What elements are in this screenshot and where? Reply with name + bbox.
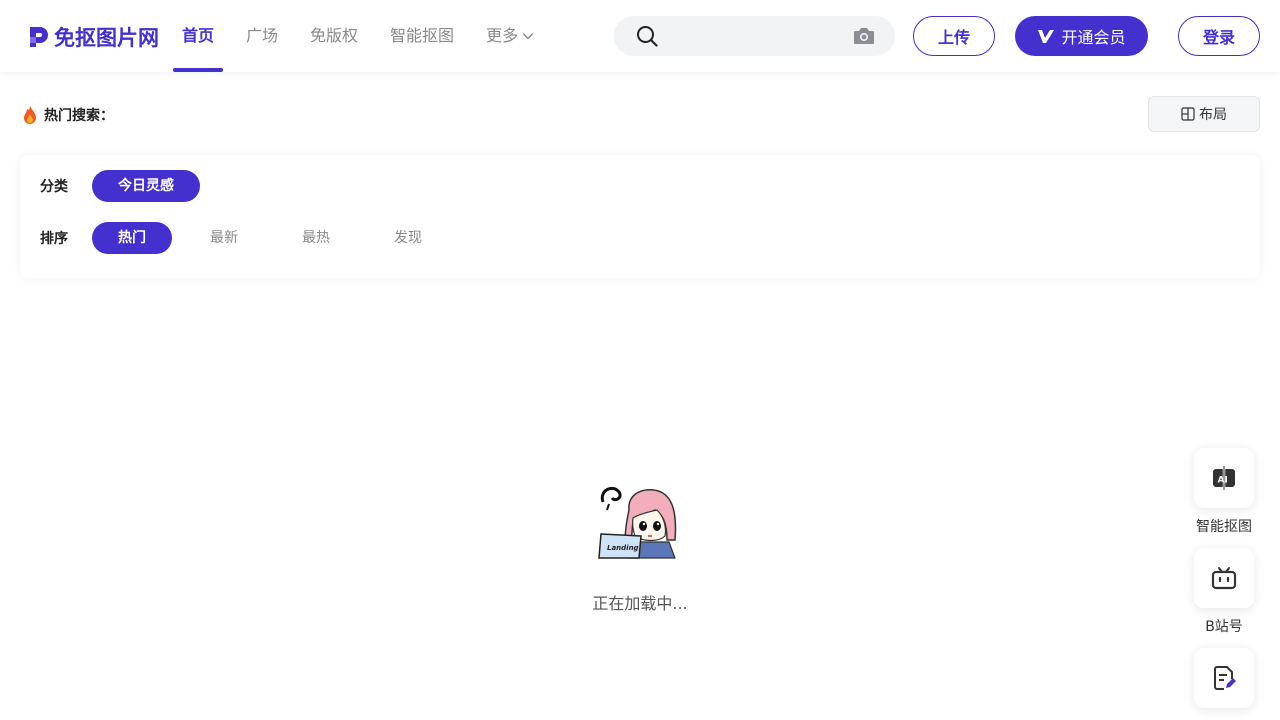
filter-panel: 分类 今日灵感 排序 热门 最新 最热 发现 (20, 155, 1260, 278)
nav-item-label: 智能抠图 (390, 26, 455, 45)
nav-item-square[interactable]: 广场 (236, 0, 288, 72)
layout-icon (1181, 107, 1195, 121)
floating-toolbar: AI 智能抠图 B站号 (1186, 448, 1262, 720)
chevron-down-icon (522, 33, 534, 40)
logo-p-icon (30, 27, 48, 47)
float-button[interactable]: AI (1194, 448, 1254, 508)
hot-search: 热门搜索： (20, 104, 114, 126)
svg-text:AI: AI (1218, 476, 1228, 486)
vip-v-icon (1038, 30, 1055, 43)
login-label: 登录 (1202, 28, 1235, 47)
nav-item-label: 免版权 (310, 26, 359, 45)
sort-chip-discover[interactable]: 发现 (368, 222, 448, 254)
sort-chip-hottest[interactable]: 最热 (276, 222, 356, 254)
float-item-feedback[interactable] (1186, 648, 1262, 708)
nav-item-label: 更多 (486, 26, 519, 45)
nav-item-label: 广场 (246, 26, 279, 45)
loading-indicator: Landing. 正在加载中... (540, 480, 740, 614)
sort-chip-hot[interactable]: 热门 (92, 222, 172, 254)
float-item-smart-cutout[interactable]: AI 智能抠图 (1186, 448, 1262, 536)
upload-label: 上传 (937, 28, 970, 47)
fire-icon (24, 105, 36, 124)
laptop-caption: Landing. (607, 544, 641, 552)
category-filter-row: 分类 今日灵感 (40, 170, 212, 202)
sort-filter-row: 排序 热门 最新 最热 发现 (40, 222, 460, 254)
layout-button[interactable]: 布局 (1148, 96, 1260, 132)
feedback-edit-icon (1214, 666, 1236, 690)
nav-item-smart-cutout[interactable]: 智能抠图 (380, 0, 464, 72)
sort-label: 排序 (40, 231, 68, 247)
logo-text: 免抠图片网 (54, 26, 159, 50)
float-item-bilibili[interactable]: B站号 (1186, 548, 1262, 636)
login-button[interactable]: 登录 (1178, 16, 1260, 56)
search-input[interactable] (670, 24, 840, 48)
site-logo[interactable]: 免抠图片网 (28, 24, 159, 50)
hot-search-label: 热门搜索： (44, 108, 114, 124)
category-label: 分类 (40, 179, 68, 195)
float-button[interactable] (1194, 548, 1254, 608)
vip-button[interactable]: 开通会员 (1015, 16, 1148, 56)
sort-chip-newest[interactable]: 最新 (184, 222, 264, 254)
loading-illustration: Landing. (598, 486, 677, 559)
nav-item-free-copyright[interactable]: 免版权 (300, 0, 368, 72)
nav-item-label: 首页 (182, 26, 215, 45)
loading-text: 正在加载中... (592, 594, 688, 613)
bilibili-icon (1211, 567, 1237, 590)
main-nav: 首页 广场 免版权 智能抠图 更多 (172, 0, 556, 72)
category-chip-today-inspiration[interactable]: 今日灵感 (92, 170, 200, 202)
search-icon[interactable] (636, 25, 658, 47)
camera-icon[interactable] (853, 27, 875, 45)
float-button[interactable] (1194, 648, 1254, 708)
float-label: 智能抠图 (1196, 519, 1252, 535)
top-header: 免抠图片网 首页 广场 免版权 智能抠图 更多 上传 开通会员 登录 (0, 0, 1280, 72)
search-box (614, 16, 895, 56)
upload-button[interactable]: 上传 (913, 16, 995, 56)
layout-label: 布局 (1199, 107, 1227, 123)
float-label: B站号 (1205, 619, 1243, 635)
nav-item-home[interactable]: 首页 (172, 0, 224, 72)
nav-item-more[interactable]: 更多 (476, 0, 544, 72)
vip-label: 开通会员 (1061, 28, 1126, 47)
ai-cutout-icon: AI (1213, 466, 1235, 490)
